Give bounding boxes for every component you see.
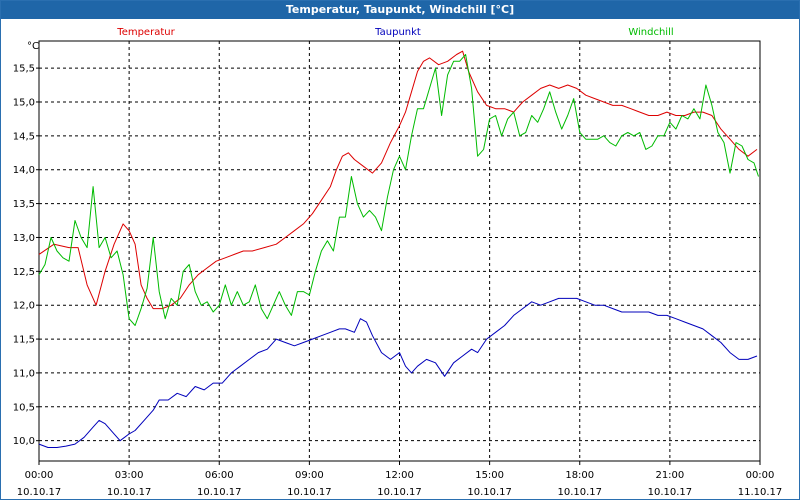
x-tick-date: 10.10.17 [287,487,332,498]
y-tick-label: 15,5 [13,64,35,75]
y-tick-label: 13,5 [13,199,35,210]
x-tick-time: 00:00 [746,470,775,481]
y-tick-label: 15,0 [13,97,35,108]
legend-taupunkt: Taupunkt [374,27,421,38]
x-tick-time: 12:00 [385,470,414,481]
series-line-temperatur [38,50,758,310]
x-tick-time: 18:00 [565,470,594,481]
line-chart: °C 10,010,511,011,512,012,513,013,514,01… [13,27,783,498]
y-tick-label: 11,0 [13,368,35,379]
y-tick-label: 12,0 [13,301,35,312]
x-tick-time: 21:00 [655,470,684,481]
x-tick-time: 15:00 [475,470,504,481]
series-line-taupunkt [38,297,758,448]
x-tick-time: 00:00 [25,470,54,481]
x-tick-date: 10.10.17 [648,487,693,498]
x-tick-time: 06:00 [205,470,234,481]
y-tick-label: 12,5 [13,267,35,278]
chart-window: Temperatur, Taupunkt, Windchill [°C] °C … [0,0,800,500]
y-tick-label: 11,5 [13,335,35,346]
y-tick-label: 14,0 [13,165,35,176]
series-line-windchill [38,54,759,326]
x-tick-date: 10.10.17 [17,487,62,498]
x-tick-date: 11.10.17 [738,487,783,498]
x-tick-date: 10.10.17 [557,487,602,498]
x-tick-date: 10.10.17 [197,487,242,498]
y-axis-label: °C [27,41,39,52]
legend-windchill: Windchill [628,27,673,38]
x-axis-ticks: 00:00 10.10.17 03:00 10.10.17 06:00 10.10.17 0… [17,461,783,498]
x-tick-time: 09:00 [295,470,324,481]
y-tick-label: 13,0 [13,233,35,244]
x-tick-date: 10.10.17 [467,487,512,498]
y-tick-label: 14,5 [13,131,35,142]
x-tick-time: 03:00 [115,470,144,481]
y-tick-label: 10,5 [13,402,35,413]
grid [39,41,760,461]
series-lines [38,50,759,448]
x-tick-date: 10.10.17 [377,487,422,498]
y-tick-label: 10,0 [13,436,35,447]
x-tick-date: 10.10.17 [107,487,152,498]
y-axis-ticks: 10,0 10,5 11,0 11,5 12,0 12,5 13,0 13,5 14,0 14,5… [13,64,39,447]
legend-temperatur: Temperatur [116,27,175,38]
legend: Temperatur Taupunkt Windchill [116,27,673,38]
